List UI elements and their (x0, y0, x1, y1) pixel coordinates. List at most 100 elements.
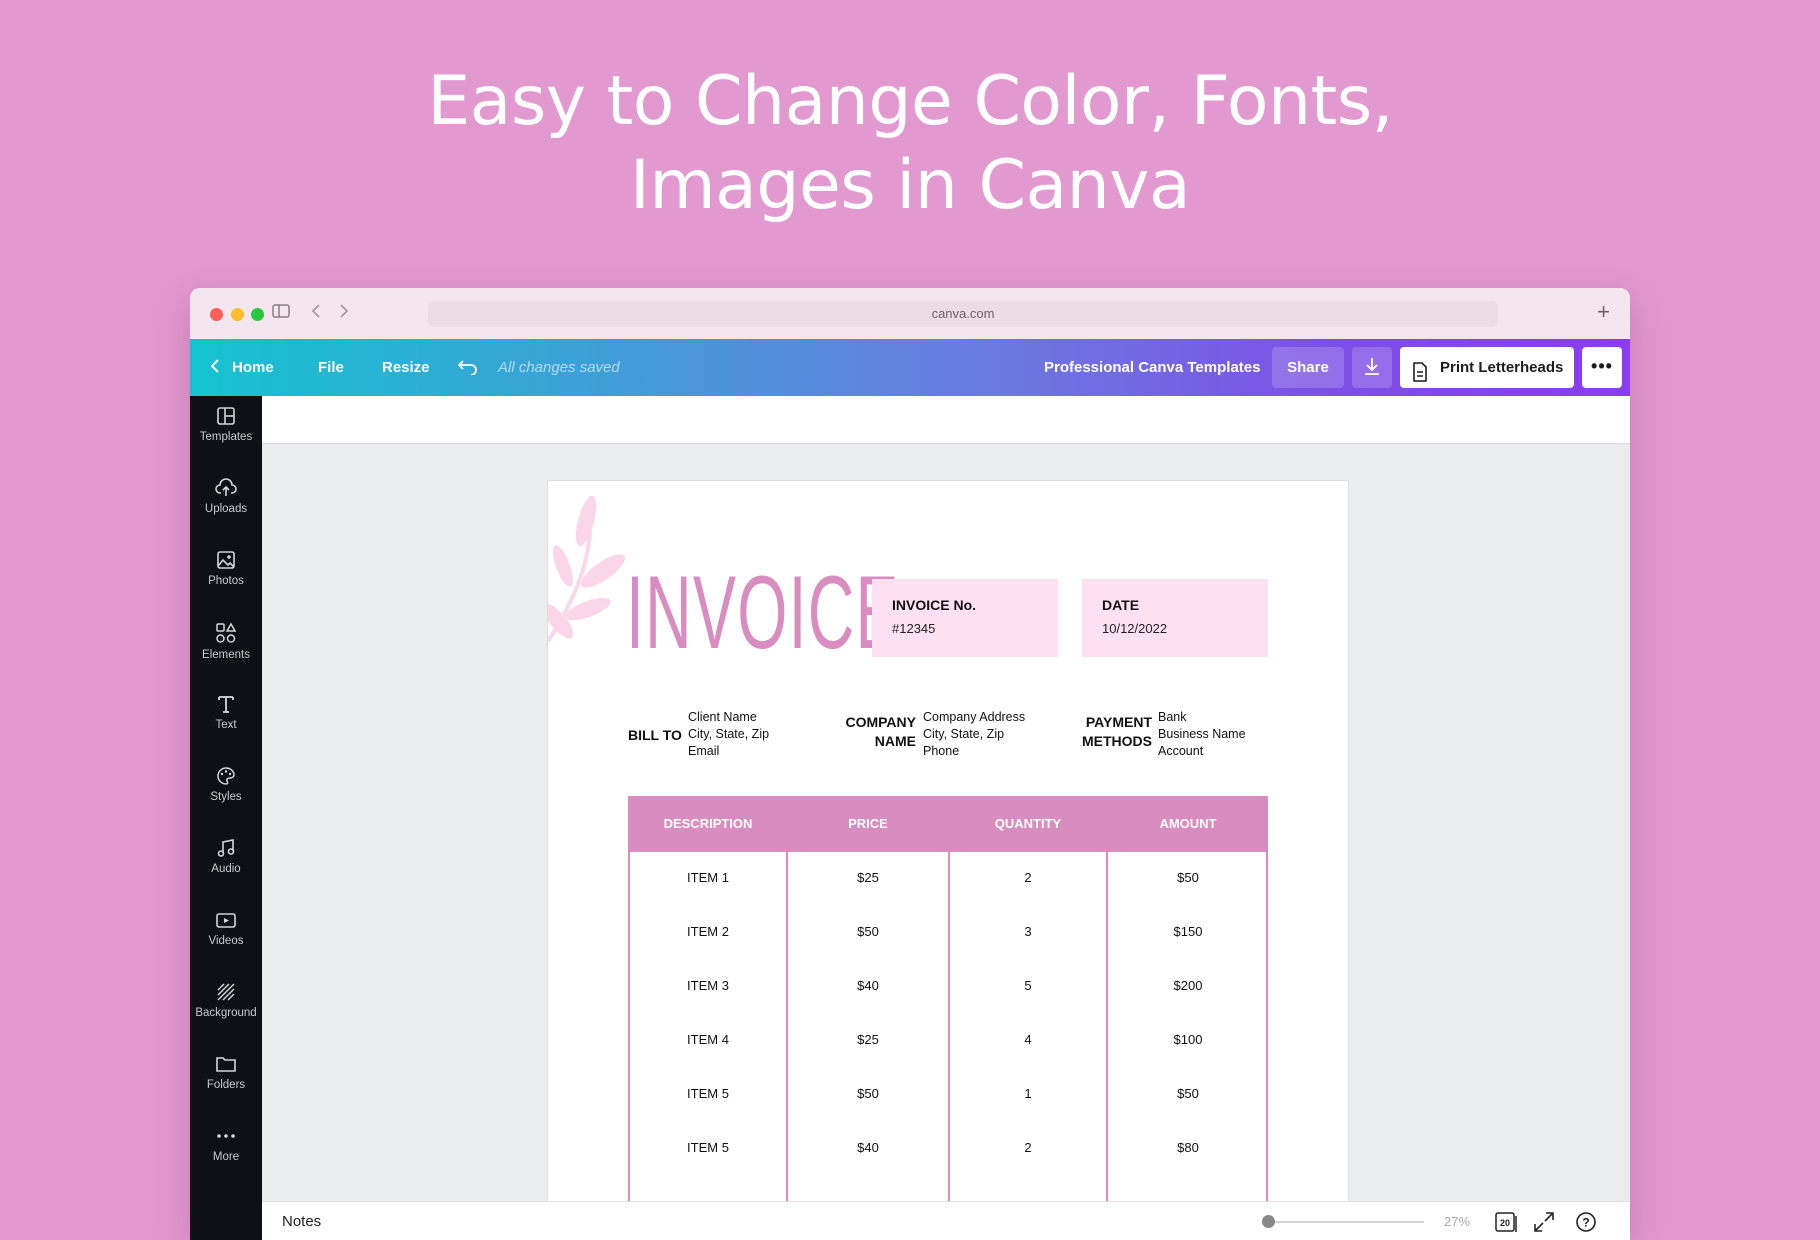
invoice-title[interactable]: INVOICE (626, 561, 900, 665)
sidebar-item-videos[interactable]: Videos (190, 900, 262, 972)
table-cell: $200 (1173, 978, 1203, 993)
text-icon (218, 696, 234, 713)
folder-icon (216, 1057, 236, 1072)
sidebar-item-styles[interactable]: Styles (190, 756, 262, 828)
close-window-button[interactable] (210, 308, 223, 321)
bill-to-label: BILL TO (628, 727, 682, 743)
canvas-top-strip (262, 396, 1630, 444)
save-status: All changes saved (498, 359, 620, 376)
table-cell: $80 (1177, 1140, 1199, 1155)
invoice-page[interactable]: INVOICE INVOICE No. #12345 DATE 10/12/20… (548, 481, 1348, 1201)
sidebar-item-uploads[interactable]: Uploads (190, 468, 262, 540)
sidebar-item-label: Audio (211, 863, 241, 875)
resize-button[interactable]: Resize (382, 339, 430, 396)
table-cell: ITEM 5 (687, 1086, 729, 1101)
photo-icon (217, 551, 235, 569)
browser-titlebar: canva.com + (190, 288, 1630, 339)
invoice-number-label: INVOICE No. (892, 597, 977, 613)
download-button[interactable] (1352, 347, 1392, 388)
sidebar-item-label: Photos (208, 575, 244, 587)
sidebar-item-templates[interactable]: Templates (190, 396, 262, 468)
notes-button[interactable]: Notes (282, 1202, 321, 1240)
page-count-icon: 20 (1495, 1212, 1517, 1232)
document-title[interactable]: Professional Canva Templates (1044, 339, 1260, 396)
table-cell: $50 (857, 924, 879, 939)
undo-icon[interactable] (457, 339, 478, 396)
shapes-icon (216, 622, 237, 643)
background-pattern-icon (217, 983, 235, 1001)
minimize-window-button[interactable] (231, 308, 244, 321)
plus-icon[interactable]: + (1597, 300, 1610, 324)
address-bar[interactable]: canva.com (428, 301, 1498, 327)
document-icon (1412, 357, 1428, 398)
editor-toolbar: Home File Resize All changes saved Profe… (190, 339, 1630, 396)
company-line: Company Address (923, 710, 1026, 724)
table-cell: ITEM 3 (687, 978, 729, 993)
sidebar-item-more[interactable]: More (190, 1116, 262, 1188)
invoice-date-value: 10/12/2022 (1102, 621, 1168, 636)
download-icon (1365, 358, 1379, 375)
company-label-line: NAME (874, 733, 916, 749)
payment-line: Account (1158, 744, 1204, 758)
table-cell: ITEM 4 (687, 1032, 729, 1047)
column-header: PRICE (848, 816, 888, 831)
page-grid-button[interactable]: 20 (1494, 1210, 1518, 1234)
company-line: Phone (923, 744, 960, 758)
bill-to-line: City, State, Zip (688, 727, 770, 741)
share-button[interactable]: Share (1272, 347, 1344, 388)
sidebar-item-photos[interactable]: Photos (190, 540, 262, 612)
sidebar-item-audio[interactable]: Audio (190, 828, 262, 900)
invoice-number-box[interactable]: INVOICE No. #12345 (872, 579, 1058, 657)
browser-window: canva.com + Home File Resize All changes… (190, 288, 1630, 1240)
sidebar-item-label: Background (195, 1007, 257, 1019)
fullscreen-icon[interactable] (1532, 1210, 1556, 1234)
table-cell: $40 (857, 1140, 879, 1155)
table-cell: $150 (1173, 924, 1203, 939)
table-cell: ITEM 1 (687, 870, 729, 885)
sidebar-item-label: Text (215, 719, 237, 731)
maximize-window-button[interactable] (251, 308, 264, 321)
headline-line-2: Images in Canva (629, 146, 1191, 225)
invoice-date-box[interactable]: DATE 10/12/2022 (1082, 579, 1268, 657)
zoom-slider[interactable] (1262, 1215, 1424, 1228)
sidebar-toggle-icon[interactable] (272, 302, 290, 324)
help-icon[interactable]: ? (1574, 1210, 1598, 1234)
sidebar-item-label: Elements (202, 649, 250, 661)
sidebar-item-label: Templates (199, 431, 253, 443)
sidebar-item-text[interactable]: Text (190, 684, 262, 756)
column-divider (948, 852, 950, 1201)
company-line: City, State, Zip (923, 727, 1005, 741)
bill-to-details: Client Name City, State, Zip Email (688, 709, 769, 760)
more-options-button[interactable]: ••• (1582, 347, 1622, 388)
table-cell: ITEM 5 (687, 1140, 729, 1155)
print-letterheads-button[interactable]: Print Letterheads (1400, 347, 1574, 388)
design-canvas-area[interactable]: INVOICE INVOICE No. #12345 DATE 10/12/20… (262, 396, 1630, 1201)
payment-methods-label: PAYMENT METHODS (1080, 713, 1152, 751)
column-divider (1106, 852, 1108, 1201)
column-header: DESCRIPTION (663, 816, 753, 831)
sidebar-item-label: Folders (206, 1079, 246, 1091)
sidebar-item-elements[interactable]: Elements (190, 612, 262, 684)
table-cell: $50 (1177, 1086, 1199, 1101)
payment-label-line: METHODS (1082, 733, 1152, 749)
zoom-level[interactable]: 27% (1444, 1202, 1470, 1240)
editor-bottom-bar: Notes 27% 20 ? (262, 1201, 1630, 1240)
table-cell: $100 (1173, 1032, 1203, 1047)
forward-arrow-icon[interactable] (338, 302, 350, 324)
table-cell: 2 (1024, 870, 1032, 885)
palette-icon (217, 767, 235, 785)
sidebar-item-background[interactable]: Background (190, 972, 262, 1044)
table-cell: $50 (1177, 870, 1199, 885)
sidebar-item-label: Styles (210, 791, 242, 803)
back-arrow-icon[interactable] (310, 302, 322, 324)
home-button[interactable]: Home (210, 339, 274, 396)
table-cell: 1 (1024, 1086, 1032, 1101)
table-header: DESCRIPTION PRICE QUANTITY AMOUNT (628, 796, 1268, 852)
leaf-decoration (548, 495, 625, 643)
column-divider (786, 852, 788, 1201)
bill-to-line: Email (688, 744, 720, 758)
sidebar-item-folders[interactable]: Folders (190, 1044, 262, 1116)
zoom-slider-handle[interactable] (1262, 1215, 1275, 1228)
headline: Easy to Change Color, Fonts, Images in C… (0, 60, 1820, 228)
file-menu[interactable]: File (318, 339, 344, 396)
